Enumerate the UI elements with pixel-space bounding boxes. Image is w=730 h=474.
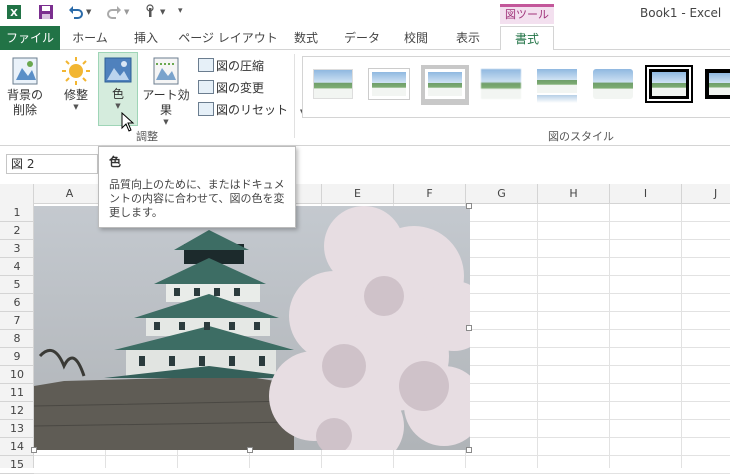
redo-dropdown-icon[interactable]: ▼ xyxy=(124,8,129,16)
tab-view[interactable]: 表示 xyxy=(446,26,490,50)
artistic-effects-button[interactable]: アート効果 ▼ xyxy=(138,54,194,126)
row-header[interactable]: 4 xyxy=(0,258,34,276)
row-header[interactable]: 1 xyxy=(0,204,34,222)
picture-styles-gallery xyxy=(302,56,730,118)
name-box[interactable]: 図 2 xyxy=(6,154,98,174)
tab-file[interactable]: ファイル xyxy=(0,26,60,50)
adjust-group-label: 調整 xyxy=(136,130,158,143)
corrections-button[interactable]: 修整 ▼ xyxy=(56,54,96,126)
row-headers: 1 2 3 4 5 6 7 8 9 10 11 12 13 14 15 xyxy=(0,204,34,474)
ribbon: 背景の 削除 修整 ▼ 色 ▼ アート効果 ▼ 図の圧縮 図の変更 図のリセット… xyxy=(0,50,730,146)
castle-picture[interactable] xyxy=(34,206,470,450)
styles-group-label: 図のスタイル xyxy=(548,130,614,143)
tab-page-layout[interactable]: ページ レイアウト xyxy=(178,26,278,50)
ribbon-tabs: ファイル ホーム 挿入 ページ レイアウト 数式 データ 校閲 表示 書式 xyxy=(0,26,730,51)
reset-picture-icon xyxy=(198,102,214,116)
corrections-dropdown-icon: ▼ xyxy=(73,103,79,111)
row-header[interactable]: 13 xyxy=(0,420,34,438)
resize-handle-right[interactable] xyxy=(466,325,472,331)
style-thumb-reflected[interactable] xyxy=(533,65,581,105)
grid-column-line xyxy=(537,204,538,468)
tab-insert[interactable]: 挿入 xyxy=(124,26,168,50)
color-tooltip: 色 品質向上のために、またはドキュメントの内容に合わせて、図の色を変更します。 xyxy=(98,146,296,228)
column-header[interactable]: H xyxy=(538,184,610,204)
remove-background-icon xyxy=(10,56,40,86)
style-thumb-white-frame[interactable] xyxy=(365,65,413,105)
osaka-castle-image xyxy=(34,206,470,450)
artistic-dropdown-icon: ▼ xyxy=(163,118,169,126)
column-header[interactable]: F xyxy=(394,184,466,204)
column-header[interactable]: G xyxy=(466,184,538,204)
undo-icon[interactable] xyxy=(68,4,84,20)
select-all-corner[interactable] xyxy=(0,184,34,204)
color-picture-icon xyxy=(103,55,133,85)
title-bar: X ▼ ▼ ▼ ▾ 図ツール Book1 - Excel xyxy=(0,0,730,26)
resize-handle-top-right[interactable] xyxy=(466,203,472,209)
style-thumb-soft-rectangle[interactable] xyxy=(589,65,637,105)
change-picture-icon xyxy=(198,80,214,94)
resize-handle-bottom-right[interactable] xyxy=(466,447,472,453)
tab-format[interactable]: 書式 xyxy=(500,26,554,51)
row-header[interactable]: 11 xyxy=(0,384,34,402)
window-title: Book1 - Excel xyxy=(640,6,722,20)
row-header[interactable]: 10 xyxy=(0,366,34,384)
artistic-effects-icon xyxy=(151,56,181,86)
column-header[interactable]: J xyxy=(682,184,730,204)
row-header[interactable]: 3 xyxy=(0,240,34,258)
grid-column-line xyxy=(681,204,682,468)
sun-icon xyxy=(61,56,91,86)
column-header[interactable]: E xyxy=(322,184,394,204)
style-thumb-soft-edge[interactable] xyxy=(477,65,525,105)
tab-review[interactable]: 校閲 xyxy=(394,26,438,50)
change-picture-button[interactable]: 図の変更 xyxy=(198,78,264,98)
tab-data[interactable]: データ xyxy=(336,26,388,50)
resize-handle-bottom[interactable] xyxy=(247,447,253,453)
grid-row-line xyxy=(34,455,730,456)
row-header[interactable]: 14 xyxy=(0,438,34,456)
grid-column-line xyxy=(609,204,610,468)
row-header[interactable]: 5 xyxy=(0,276,34,294)
row-header[interactable]: 7 xyxy=(0,312,34,330)
compress-pictures-button[interactable]: 図の圧縮 xyxy=(198,56,264,76)
redo-icon[interactable] xyxy=(106,4,122,20)
style-thumb-thick-matte[interactable] xyxy=(421,65,469,105)
save-icon[interactable] xyxy=(38,4,54,20)
mouse-cursor-icon xyxy=(121,112,135,132)
row-header[interactable]: 12 xyxy=(0,402,34,420)
excel-logo-icon: X xyxy=(7,5,21,19)
svg-text:X: X xyxy=(10,8,18,19)
customize-qat-icon[interactable]: ▾ xyxy=(178,6,183,16)
tooltip-title: 色 xyxy=(109,155,122,169)
style-thumb-thick-frame-black[interactable] xyxy=(701,65,730,105)
remove-background-button[interactable]: 背景の 削除 xyxy=(2,54,48,126)
tab-formulas[interactable]: 数式 xyxy=(284,26,328,50)
row-header[interactable]: 6 xyxy=(0,294,34,312)
row-header[interactable]: 15 xyxy=(0,456,34,474)
row-header[interactable]: 9 xyxy=(0,348,34,366)
picture-tools-context-label: 図ツール xyxy=(500,4,554,24)
undo-dropdown-icon[interactable]: ▼ xyxy=(86,8,91,16)
column-header[interactable]: A xyxy=(34,184,106,204)
reset-picture-button[interactable]: 図のリセット ▼ xyxy=(198,100,305,120)
column-header[interactable]: I xyxy=(610,184,682,204)
row-header[interactable]: 8 xyxy=(0,330,34,348)
tooltip-description: 品質向上のために、またはドキュメントの内容に合わせて、図の色を変更します。 xyxy=(109,178,285,219)
style-thumb-simple-frame[interactable] xyxy=(309,65,357,105)
tab-home[interactable]: ホーム xyxy=(66,26,114,50)
group-separator xyxy=(294,54,295,138)
color-dropdown-icon: ▼ xyxy=(115,102,121,110)
style-thumb-double-frame-black[interactable] xyxy=(645,65,693,105)
row-header[interactable]: 2 xyxy=(0,222,34,240)
touch-dropdown-icon[interactable]: ▼ xyxy=(160,8,165,16)
compress-icon xyxy=(198,58,214,72)
resize-handle-bottom-left[interactable] xyxy=(31,447,37,453)
touch-mode-icon[interactable] xyxy=(142,4,158,20)
